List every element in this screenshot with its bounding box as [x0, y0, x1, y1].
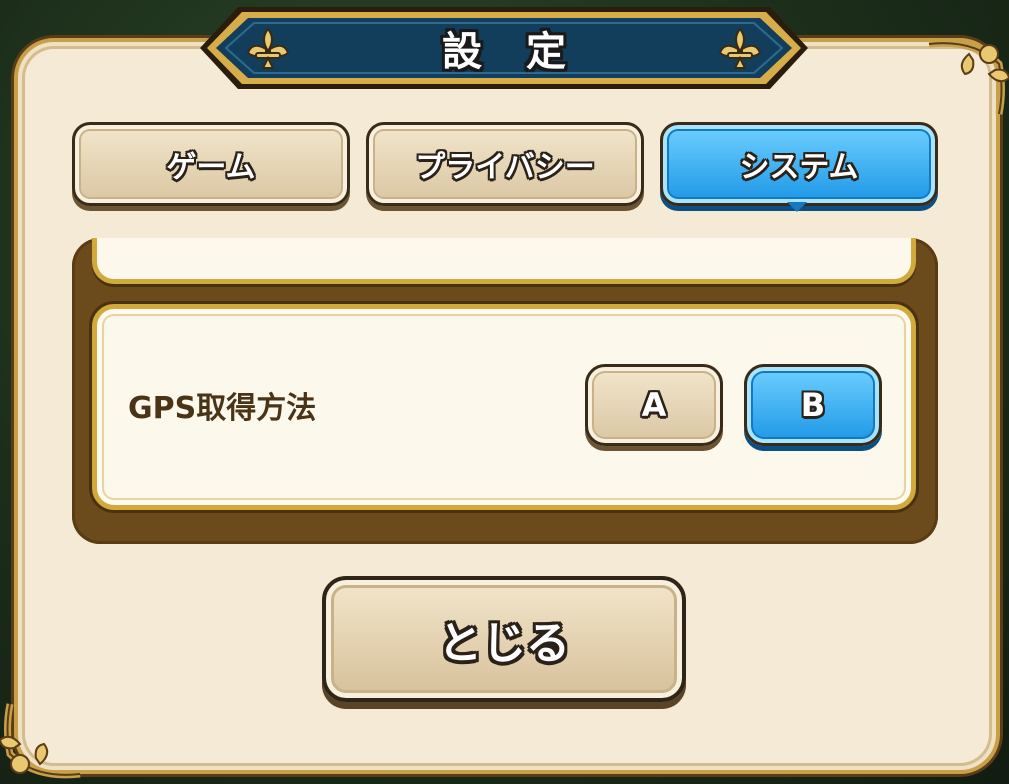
dialog-title: 設定	[442, 29, 610, 75]
list-item	[92, 238, 916, 284]
tab-label: プライバシー	[415, 150, 595, 185]
tab-label: ゲーム	[166, 150, 256, 185]
gps-option-a-button[interactable]: A	[585, 364, 723, 446]
gps-option-b-button[interactable]: B	[744, 364, 882, 446]
close-label: とじる	[438, 618, 570, 669]
tab-label: システム	[739, 150, 859, 185]
gps-setting-label: GPS取得方法	[128, 391, 317, 426]
close-button[interactable]: とじる	[322, 576, 686, 702]
option-label: B	[800, 386, 826, 424]
tab-system[interactable]: システム	[660, 122, 938, 206]
tab-privacy[interactable]: プライバシー	[366, 122, 644, 206]
option-label: A	[641, 386, 667, 424]
title-banner: 設定	[198, 5, 810, 91]
tab-game[interactable]: ゲーム	[72, 122, 350, 206]
selected-tab-pointer	[787, 202, 807, 212]
